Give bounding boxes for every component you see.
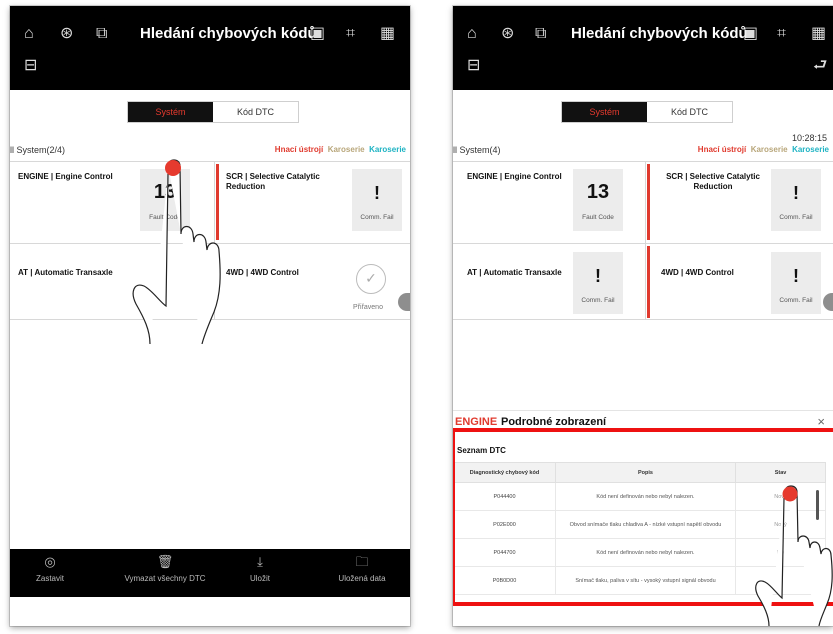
hand-pointer-icon	[132, 159, 221, 344]
system-row: ll System(4) Hnací ústrojí Karoserie Kar…	[453, 145, 833, 159]
car-icon[interactable]: ⊟	[24, 58, 37, 74]
tab-dtc[interactable]: Kód DTC	[213, 102, 298, 122]
system-name: ENGINE | Engine Control	[18, 172, 113, 181]
screen-icon[interactable]: ⧉	[96, 26, 107, 42]
filter-powertrain[interactable]: Hnací ústrojí	[275, 145, 323, 154]
status-caption: Přiřaveno	[353, 304, 383, 311]
system-name: AT | Automatic Transaxle	[467, 268, 562, 277]
status-box[interactable]: ! Comm. Fail	[771, 252, 821, 314]
filter-powertrain[interactable]: Hnací ústrojí	[698, 145, 746, 154]
filter-body[interactable]: Karoserie	[751, 145, 788, 154]
right-screen: ⌂ ⊛ ⧉ Hledání chybových kódů ▣ ⌗ ▦ ⊟ ⮐ S…	[453, 6, 833, 626]
grid-icon[interactable]: ▦	[380, 26, 395, 42]
panel-system: ENGINE	[455, 416, 498, 428]
capture-icon[interactable]: ⌗	[777, 26, 786, 42]
status-box[interactable]: ! Comm. Fail	[573, 252, 623, 314]
header-bar: ⌂ ⊛ ⧉ Hledání chybových kódů ▣ ⌗ ▦ ⊟	[10, 6, 410, 90]
saved-data-button[interactable]: 🗀 Uložená data	[322, 553, 402, 583]
divider	[453, 161, 833, 162]
back-icon[interactable]: ⮐	[813, 58, 827, 74]
status-caption: Comm. Fail	[779, 297, 813, 304]
filter-group: Hnací ústrojí Karoserie Karoserie	[698, 145, 829, 154]
clear-dtc-button[interactable]: 🗑 Vymazat všechny DTC	[110, 553, 220, 583]
warning-icon: !	[374, 183, 380, 203]
view-tabs: Systém Kód DTC	[127, 101, 299, 123]
close-icon[interactable]: ×	[817, 414, 825, 429]
fault-box[interactable]: 13 Fault Code	[573, 169, 623, 231]
stop-icon: ◎	[44, 554, 56, 569]
warning-icon: !	[793, 183, 799, 203]
system-name: SCR | Selective Catalytic Reduction	[666, 172, 760, 191]
folder-icon: 🗀	[355, 554, 369, 569]
status-bar	[647, 246, 650, 318]
hand-pointer-icon	[755, 485, 833, 626]
bottom-toolbar: ◎ Zastavit 🗑 Vymazat všechny DTC ⤓ Uloži…	[10, 549, 410, 597]
system-name: 4WD | 4WD Control	[661, 268, 734, 277]
system-count: ll System(2/4)	[10, 145, 66, 155]
drawer-handle[interactable]	[823, 293, 833, 311]
status-box[interactable]: ! Comm. Fail	[352, 169, 402, 231]
stop-button[interactable]: ◎ Zastavit	[10, 553, 90, 583]
warning-icon: !	[793, 266, 799, 286]
system-name: SCR | Selective Catalytic Reduction	[226, 172, 320, 191]
system-name: ENGINE | Engine Control	[467, 172, 562, 181]
view-tabs: Systém Kód DTC	[561, 101, 733, 123]
left-screen: ⌂ ⊛ ⧉ Hledání chybových kódů ▣ ⌗ ▦ ⊟ Sys…	[10, 6, 410, 626]
status-caption: Comm. Fail	[581, 297, 615, 304]
trash-icon: 🗑	[156, 554, 174, 569]
divider	[645, 161, 646, 319]
car-icon[interactable]: ⊟	[467, 58, 480, 74]
grid-icon[interactable]: ▦	[811, 26, 826, 42]
tab-system[interactable]: Systém	[128, 102, 213, 122]
filter-group: Hnací ústrojí Karoserie Karoserie	[275, 145, 406, 154]
home-icon[interactable]: ⌂	[24, 26, 34, 42]
fault-count: 13	[586, 181, 610, 203]
vci-icon[interactable]: ⊛	[501, 26, 514, 42]
panel-title: Podrobné zobrazení	[501, 416, 607, 428]
tab-dtc[interactable]: Kód DTC	[647, 102, 732, 122]
filter-body-2[interactable]: Karoserie	[369, 145, 406, 154]
battery-icon[interactable]: ▣	[310, 26, 325, 42]
fault-caption: Fault Code	[582, 214, 614, 221]
tab-system[interactable]: Systém	[562, 102, 647, 122]
drawer-handle[interactable]	[398, 293, 410, 311]
system-count: ll System(4)	[453, 145, 501, 155]
status-box[interactable]: ! Comm. Fail	[771, 169, 821, 231]
capture-icon[interactable]: ⌗	[346, 26, 355, 42]
status-bar	[647, 164, 650, 240]
check-icon: ✓	[356, 264, 386, 294]
timestamp: 10:28:15	[791, 133, 827, 143]
screen-icon[interactable]: ⧉	[535, 26, 546, 42]
status-caption: Comm. Fail	[779, 214, 813, 221]
filter-body-2[interactable]: Karoserie	[792, 145, 829, 154]
vci-icon[interactable]: ⊛	[60, 26, 73, 42]
warning-icon: !	[595, 266, 601, 286]
header-bar: ⌂ ⊛ ⧉ Hledání chybových kódů ▣ ⌗ ▦ ⊟ ⮐	[453, 6, 833, 90]
download-icon: ⤓	[257, 554, 263, 569]
battery-icon[interactable]: ▣	[743, 26, 758, 42]
divider	[453, 243, 833, 244]
filter-body[interactable]: Karoserie	[328, 145, 365, 154]
system-name: AT | Automatic Transaxle	[18, 268, 113, 277]
page-title: Hledání chybových kódů	[571, 25, 748, 42]
status-caption: Comm. Fail	[360, 214, 394, 221]
panel-divider	[453, 410, 833, 411]
save-button[interactable]: ⤓ Uložit	[220, 553, 300, 583]
home-icon[interactable]: ⌂	[467, 26, 477, 42]
divider	[453, 319, 833, 320]
page-title: Hledání chybových kódů	[140, 25, 317, 42]
